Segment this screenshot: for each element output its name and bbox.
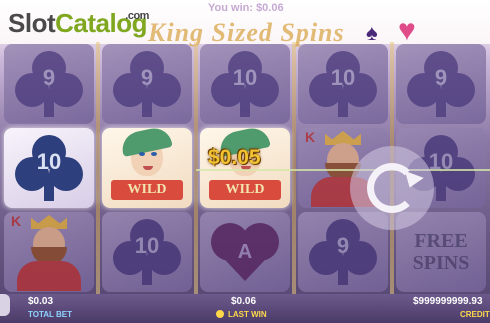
slotcatalog-logo: SlotCatalog .com bbox=[8, 8, 149, 38]
free-spins-line1: FREE bbox=[414, 230, 468, 252]
you-win-text: You win: $0.06 bbox=[208, 2, 284, 14]
reel-symbol-heart-a: A bbox=[200, 212, 290, 292]
game-stage: SlotCatalog .com You win: $0.06 King Siz… bbox=[0, 0, 490, 323]
replay-button[interactable] bbox=[350, 146, 434, 230]
logo-slot-text: Slot bbox=[8, 8, 56, 38]
reel-symbol-club-9: 9 bbox=[396, 44, 486, 124]
reel-symbol-club-10-winning: 10 bbox=[4, 128, 94, 208]
line-win-amount: $0.05 bbox=[208, 146, 261, 169]
last-win-icon bbox=[216, 310, 224, 318]
total-bet-value: $0.03 bbox=[28, 296, 54, 307]
total-bet-label[interactable]: TOTAL BET bbox=[28, 310, 72, 319]
credit-value: $999999999.93 bbox=[413, 296, 483, 307]
bottom-info-bar: $0.03 TOTAL BET $0.06 LAST WIN $99999999… bbox=[0, 294, 490, 323]
reel-symbol-wild-winning: WILD bbox=[102, 128, 192, 208]
last-win-label: LAST WIN bbox=[228, 310, 267, 319]
spade-icon: ♠ bbox=[366, 20, 378, 45]
menu-tab-button[interactable] bbox=[0, 294, 10, 316]
logo-com-text: .com bbox=[125, 10, 149, 22]
reel-symbol-king: K bbox=[4, 212, 94, 292]
game-header: SlotCatalog .com You win: $0.06 King Siz… bbox=[0, 0, 490, 47]
reel-symbol-club-10: 10 bbox=[200, 44, 290, 124]
reel-symbol-club-10: 10 bbox=[102, 212, 192, 292]
last-win-value: $0.06 bbox=[231, 296, 257, 307]
reel-symbol-club-9: 9 bbox=[4, 44, 94, 124]
reel-symbol-club-10: 10 bbox=[298, 44, 388, 124]
replay-icon bbox=[367, 163, 424, 213]
free-spins-line2: SPINS bbox=[412, 252, 470, 274]
reel-symbol-club-9: 9 bbox=[102, 44, 192, 124]
reel-divider bbox=[96, 42, 100, 296]
credit-label: CREDIT bbox=[460, 310, 490, 319]
